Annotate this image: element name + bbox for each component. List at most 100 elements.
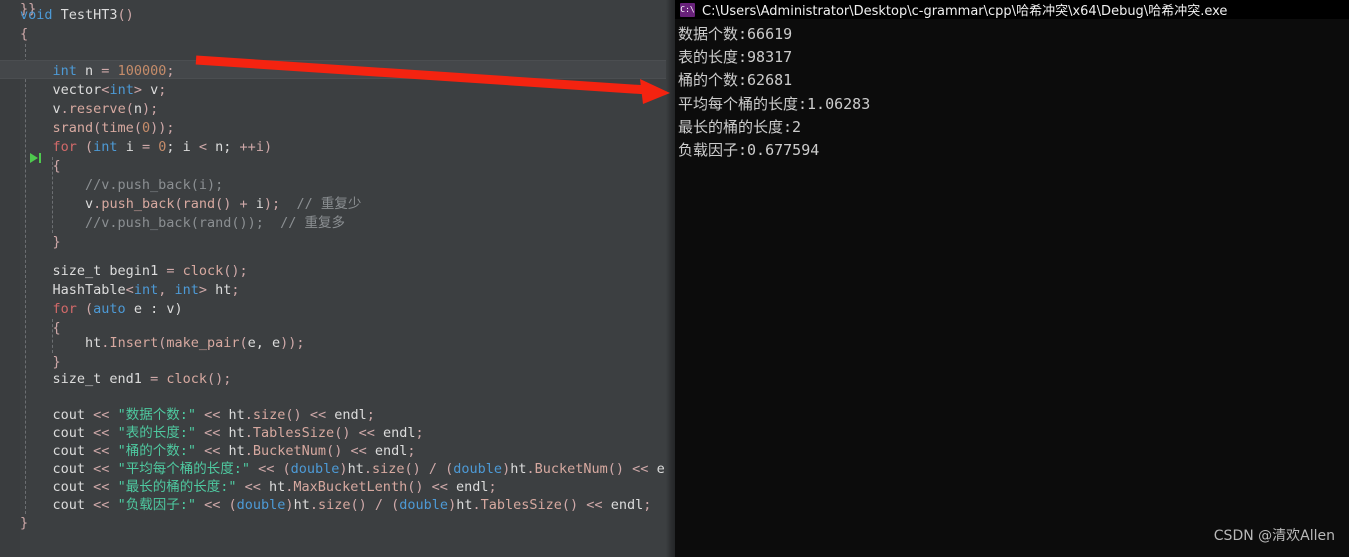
- code-token: ht: [456, 497, 473, 513]
- code-token: {: [52, 320, 61, 336]
- code-line[interactable]: HashTable<int, int> ht;: [53, 281, 240, 300]
- code-token: ;: [166, 63, 175, 79]
- code-line[interactable]: {: [53, 157, 61, 176]
- code-token: srand: [52, 120, 94, 136]
- code-token: int: [52, 63, 77, 79]
- code-token: :": [220, 479, 237, 495]
- code-line[interactable]: size_t end1 = clock();: [53, 370, 232, 389]
- code-token: endl: [326, 407, 367, 423]
- code-token: ": [117, 497, 126, 513]
- code-line[interactable]: for (auto e : v): [53, 300, 183, 319]
- code-token: int: [109, 82, 134, 98]
- code-token: reserve: [68, 101, 126, 117]
- code-token: ht: [220, 443, 245, 459]
- code-token: <<: [204, 497, 221, 513]
- code-token: <<: [350, 443, 367, 459]
- code-line[interactable]: }: [20, 514, 28, 533]
- code-token: (): [117, 7, 134, 23]
- code-token: for: [52, 301, 77, 317]
- code-line[interactable]: cout << "数据个数:" << ht.size() << endl;: [53, 406, 375, 425]
- console-app-icon: C:\: [680, 2, 695, 17]
- code-token: ;: [643, 497, 652, 513]
- code-token: ): [285, 497, 294, 513]
- code-line[interactable]: cout << "负载因子:" << (double)ht.size() / (…: [53, 496, 652, 515]
- code-line[interactable]: cout << "平均每个桶的长度:" << (double)ht.size()…: [53, 460, 675, 479]
- code-token: {: [52, 158, 61, 174]
- code-token: ++: [239, 139, 256, 155]
- code-token: ": [117, 407, 126, 423]
- code-token: endl: [366, 443, 408, 459]
- code-token: <<: [204, 443, 221, 459]
- code-text-layer[interactable]: }} void TestHT3(){int n = 100000; vector<i…: [0, 0, 675, 557]
- code-token: TablesSize: [480, 497, 562, 513]
- code-token: make_pair: [166, 335, 240, 351]
- code-token: <<: [258, 461, 275, 477]
- editor-right-edge: [666, 0, 675, 557]
- console-titlebar[interactable]: C:\ C:\Users\Administrator\Desktop\c-gra…: [675, 0, 1349, 19]
- code-line[interactable]: {: [53, 319, 61, 338]
- code-token: auto: [93, 301, 126, 317]
- code-token: n;: [207, 139, 240, 155]
- code-line[interactable]: void TestHT3(): [20, 6, 134, 25]
- code-token: size_t: [52, 263, 102, 279]
- code-line[interactable]: int n = 100000;: [53, 62, 175, 81]
- code-token: 表的长度: [125, 425, 180, 441]
- code-token: vector: [52, 82, 102, 98]
- code-token: :": [179, 425, 196, 441]
- code-token: ;: [158, 82, 167, 98]
- code-line[interactable]: for (int i = 0; i < n; ++i): [53, 138, 273, 157]
- code-editor-pane[interactable]: }} void TestHT3(){int n = 100000; vector<i…: [0, 0, 675, 557]
- console-window[interactable]: C:\ C:\Users\Administrator\Desktop\c-gra…: [675, 0, 1349, 557]
- code-token: (): [561, 497, 579, 513]
- code-line[interactable]: cout << "最长的桶的长度:" << ht.MaxBucketLenth(…: [53, 478, 497, 497]
- code-token: <<: [93, 497, 110, 513]
- code-line[interactable]: cout << "表的长度:" << ht.TablesSize() << en…: [53, 424, 424, 443]
- code-token: (: [125, 101, 134, 117]
- code-line[interactable]: cout << "桶的个数:" << ht.BucketNum() << end…: [53, 442, 416, 461]
- code-token: cout: [52, 497, 94, 513]
- code-token: ,: [158, 282, 175, 298]
- code-line[interactable]: }: [53, 233, 61, 252]
- code-line[interactable]: v.reserve(n);: [53, 100, 159, 119]
- code-line[interactable]: {: [20, 25, 28, 44]
- code-token: endl: [602, 497, 644, 513]
- code-token: =: [141, 139, 151, 155]
- console-output-line: 平均每个桶的长度:1.06283: [678, 94, 871, 113]
- code-line[interactable]: size_t begin1 = clock();: [53, 262, 248, 281]
- code-token: for: [52, 139, 77, 155]
- code-line[interactable]: srand(time(0));: [53, 119, 175, 138]
- code-token: ): [339, 461, 348, 477]
- code-line[interactable]: ht.Insert(make_pair(e, e));: [85, 334, 305, 353]
- code-token: (): [334, 425, 351, 441]
- code-token: ht: [347, 461, 364, 477]
- code-token: >: [198, 282, 207, 298]
- code-token: (): [407, 479, 424, 495]
- code-token: endl: [374, 425, 416, 441]
- code-token: time: [101, 120, 134, 136]
- code-token: n: [76, 63, 102, 79]
- code-token: size_t: [52, 371, 102, 387]
- code-token: (): [607, 461, 625, 477]
- code-token: .: [309, 497, 318, 513]
- code-token: :": [179, 497, 196, 513]
- console-output[interactable]: 数据个数:66619 表的长度:98317 桶的个数:62681 平均每个桶的长度:1…: [675, 19, 1349, 557]
- code-line[interactable]: //v.push_back(i);: [85, 176, 223, 195]
- code-line[interactable]: //v.push_back(rand()); // 重复多: [85, 214, 345, 233]
- code-token: ht: [220, 407, 245, 423]
- code-line[interactable]: v.push_back(rand() + i); // 重复少: [85, 195, 361, 214]
- code-token: int: [93, 139, 118, 155]
- code-line[interactable]: vector<int> v;: [53, 81, 167, 100]
- code-token: <<: [93, 425, 110, 441]
- code-token: =: [150, 371, 159, 387]
- console-output-line: 数据个数:66619: [678, 25, 793, 43]
